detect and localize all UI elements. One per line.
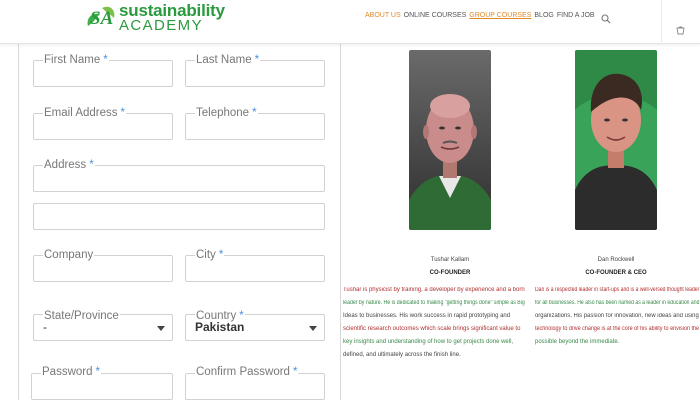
- team-member-role: CO-FOUNDER: [429, 270, 471, 276]
- bio-line: for all businesses. He also has been nam…: [535, 300, 700, 306]
- confirm-password-field[interactable]: Confirm Password *: [185, 366, 325, 400]
- confirm-password-label: Confirm Password *: [195, 366, 299, 378]
- nav-online-courses[interactable]: ONLINE COURSES: [404, 12, 467, 19]
- team-member-photo: [575, 50, 657, 230]
- bio-line: Dan is a respected leader in start-ups a…: [535, 287, 700, 293]
- telephone-label: Telephone *: [195, 107, 258, 119]
- company-label: Company: [43, 249, 95, 261]
- email-label: Email Address *: [43, 107, 126, 119]
- bio-line: defined, and ultimately across the finis…: [343, 352, 461, 358]
- address-line2-input[interactable]: [33, 203, 325, 230]
- site-header: SA sustainability ACADEMY ABOUT US ONLIN…: [0, 0, 700, 44]
- bio-line: Ideas to businesses. His work success in…: [343, 313, 511, 319]
- main-nav: ABOUT US ONLINE COURSES GROUP COURSES BL…: [365, 12, 598, 19]
- email-field[interactable]: Email Address *: [33, 107, 173, 140]
- nav-about-us[interactable]: ABOUT US: [365, 12, 401, 19]
- team-member-role: CO-FOUNDER & CEO: [585, 270, 647, 276]
- team-member-name: Dan Rockwell: [597, 257, 635, 263]
- address-label: Address *: [43, 159, 95, 171]
- password-field[interactable]: Password *: [31, 366, 173, 400]
- last-name-field[interactable]: Last Name *: [185, 54, 325, 87]
- cart-icon[interactable]: [676, 22, 685, 35]
- last-name-label: Last Name *: [195, 54, 261, 66]
- bio-line: key insights and understanding of how to…: [343, 339, 514, 345]
- telephone-field[interactable]: Telephone *: [185, 107, 325, 140]
- nav-group-courses[interactable]: GROUP COURSES: [469, 12, 531, 19]
- bio-line: leader by nature. He is dedicated to mak…: [343, 300, 525, 306]
- bio-line: possible beyond the immediate.: [535, 339, 620, 345]
- team-member-name: Tushar Kallam: [430, 257, 470, 263]
- bio-line: technology to drive change is at the cor…: [535, 326, 700, 332]
- team-section: Tushar Kallam CO-FOUNDER Tushar is physi…: [341, 44, 700, 400]
- search-icon[interactable]: [601, 11, 611, 24]
- header-divider: [661, 0, 662, 44]
- bio-line: organizations. His passion for innovatio…: [535, 313, 699, 319]
- chevron-down-icon[interactable]: [157, 326, 165, 331]
- address-field[interactable]: Address *: [33, 159, 325, 192]
- country-select[interactable]: Country * Pakistan: [185, 310, 325, 341]
- nav-find-a-job[interactable]: FIND A JOB: [557, 12, 595, 19]
- team-member-bio: Tushar is physicist by training, a devel…: [343, 284, 525, 362]
- logo-mark-icon: SA: [84, 2, 118, 32]
- chevron-down-icon[interactable]: [309, 326, 317, 331]
- password-label: Password *: [41, 366, 101, 378]
- svg-text:SA: SA: [90, 8, 113, 29]
- team-member-bio: Dan is a respected leader in start-ups a…: [535, 284, 699, 349]
- state-label: State/Province: [43, 310, 120, 322]
- bio-line: Tushar is physicist by training, a devel…: [343, 287, 525, 293]
- state-selected-value: -: [43, 320, 47, 334]
- registration-form: First Name * Last Name * Email Address * Te…: [18, 44, 341, 400]
- first-name-field[interactable]: First Name *: [33, 54, 173, 87]
- city-label: City *: [195, 249, 225, 261]
- city-field[interactable]: City *: [185, 249, 325, 282]
- state-select[interactable]: State/Province -: [33, 310, 173, 341]
- address-line2-field[interactable]: [33, 203, 325, 230]
- team-member-photo: [409, 50, 491, 230]
- brand-logo[interactable]: SA sustainability ACADEMY: [84, 2, 225, 34]
- nav-blog[interactable]: BLOG: [534, 12, 553, 19]
- company-field[interactable]: Company: [33, 249, 173, 282]
- brand-subname: ACADEMY: [119, 17, 203, 34]
- first-name-label: First Name *: [43, 54, 109, 66]
- country-selected-value: Pakistan: [195, 320, 245, 334]
- bio-line: scientific research outcomes which scale…: [343, 326, 521, 332]
